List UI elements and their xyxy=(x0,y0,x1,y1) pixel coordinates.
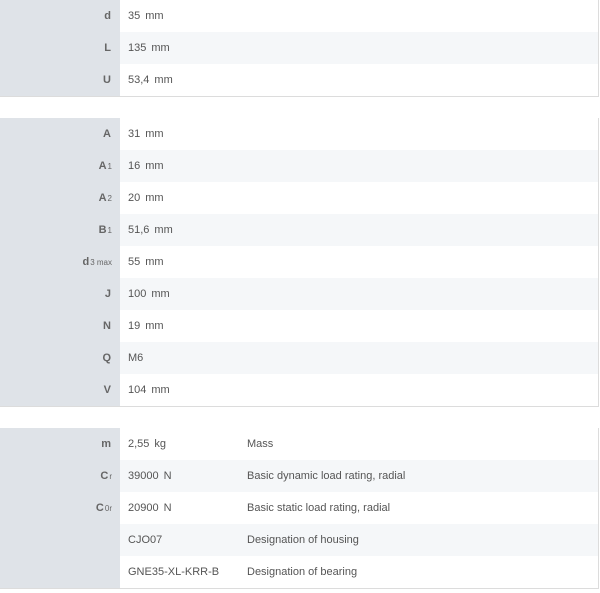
symbol-label: N xyxy=(0,310,120,342)
symbol-label: d3 max xyxy=(0,246,120,278)
symbol-label: C 0r xyxy=(0,492,120,524)
table-row: d 35 mm xyxy=(0,0,598,32)
symbol-label: m xyxy=(0,428,120,460)
value-cell: 100 mm xyxy=(120,278,598,310)
symbol-label: V xyxy=(0,374,120,406)
table-row: L 135 mm xyxy=(0,32,598,64)
table-row: CJO07 Designation of housing xyxy=(0,524,598,556)
table-row: d3 max 55 mm xyxy=(0,246,598,278)
value-cell: 20 mm xyxy=(128,192,164,204)
symbol-label: J xyxy=(0,278,120,310)
symbol-label xyxy=(0,524,120,556)
value-cell: 51,6 mm xyxy=(120,214,598,246)
symbol-label: A1 xyxy=(0,150,120,182)
value-cell: 104 mm xyxy=(128,384,170,396)
value-cell: 39000 N xyxy=(120,460,240,492)
table-row: J 100 mm xyxy=(0,278,598,310)
symbol-label: Cr xyxy=(0,460,120,492)
value-cell: 2,55 kg xyxy=(128,438,167,450)
symbol-label: U xyxy=(0,64,120,96)
value-cell: 55 mm xyxy=(128,256,164,268)
value-cell: CJO07 xyxy=(120,524,240,556)
symbol-label xyxy=(0,556,120,588)
table-row: Cr 39000 N Basic dynamic load rating, rad… xyxy=(0,460,598,492)
description-cell: Mass xyxy=(247,438,274,450)
table-row: C 0r 20900 N Basic static load rating, rad… xyxy=(0,492,598,524)
value-cell: M6 xyxy=(120,342,598,374)
symbol-label: A xyxy=(0,118,120,150)
table-row: m 2,55 kg Mass xyxy=(0,428,598,460)
value-cell: 16 mm xyxy=(120,150,598,182)
dimensions-table: d 35 mm L 135 mm U 53,4 mm xyxy=(0,0,599,97)
mounting-dimensions-table: A 31 mm A1 16 mm A2 20 mm B1 51,6 mm d3 max … xyxy=(0,118,599,407)
symbol-label: A2 xyxy=(0,182,120,214)
table-row: U 53,4 mm xyxy=(0,64,598,96)
description-cell: Basic static load rating, radial xyxy=(247,502,391,514)
symbol-label: L xyxy=(0,32,120,64)
value-cell: 20900 N xyxy=(128,502,172,514)
table-row: V 104 mm xyxy=(0,374,598,406)
table-row: N 19 mm xyxy=(0,310,598,342)
table-row: Q M6 xyxy=(0,342,598,374)
table-row: A2 20 mm xyxy=(0,182,598,214)
value-cell: 19 mm xyxy=(128,320,164,332)
symbol-label: d xyxy=(0,0,120,32)
description-cell: Designation of bearing xyxy=(247,566,358,578)
value-cell: 53,4 mm xyxy=(128,74,173,86)
value-cell: 35 mm xyxy=(128,10,164,22)
description-cell: Basic dynamic load rating, radial xyxy=(240,460,598,492)
value-cell: GNE35-XL-KRR-B xyxy=(128,566,220,578)
value-cell: 31 mm xyxy=(128,128,164,140)
properties-table: m 2,55 kg Mass Cr 39000 N Basic dynamic lo… xyxy=(0,428,599,589)
table-row: B1 51,6 mm xyxy=(0,214,598,246)
symbol-label: B1 xyxy=(0,214,120,246)
symbol-label: Q xyxy=(0,342,120,374)
table-row: A1 16 mm xyxy=(0,150,598,182)
value-cell: 135 mm xyxy=(120,32,598,64)
table-row: A 31 mm xyxy=(0,118,598,150)
table-row: GNE35-XL-KRR-B Designation of bearing xyxy=(0,556,598,588)
description-cell: Designation of housing xyxy=(240,524,598,556)
